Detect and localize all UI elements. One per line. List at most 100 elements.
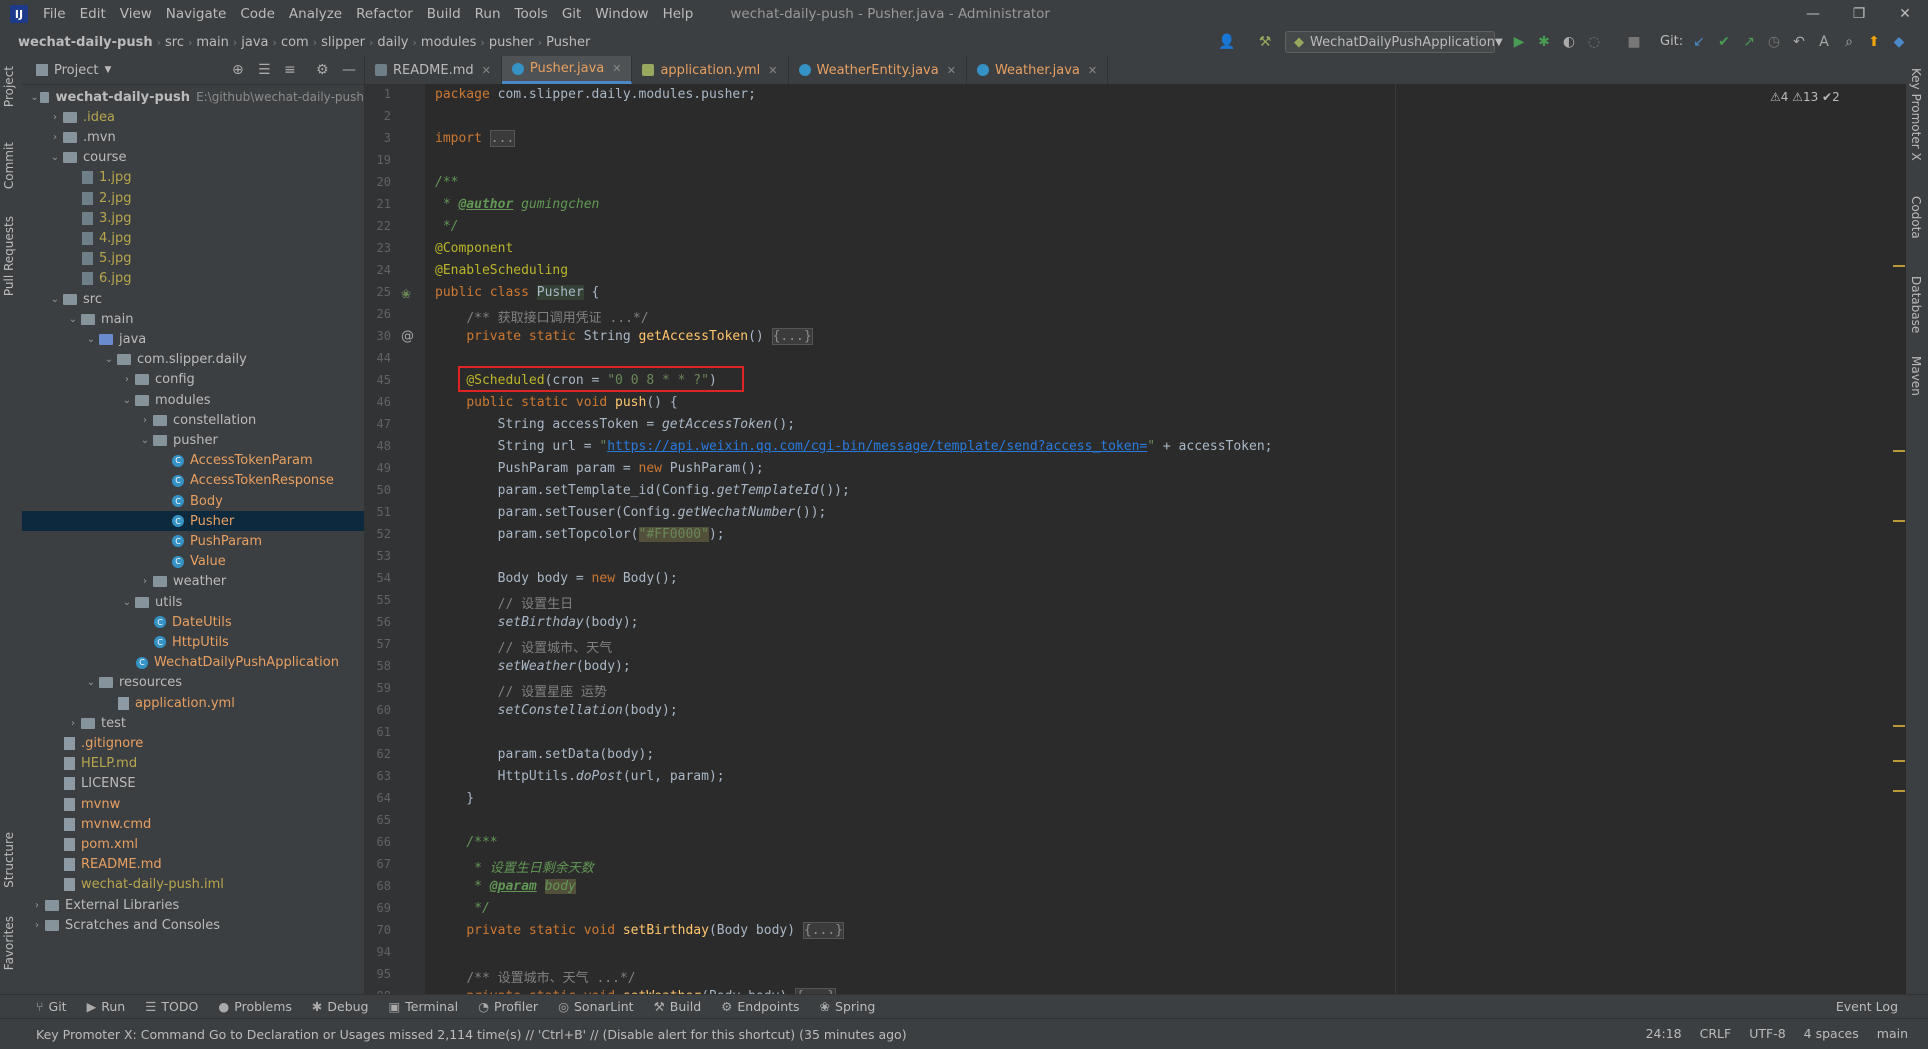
menu-tools[interactable]: Tools xyxy=(508,6,555,22)
tree-item[interactable]: ⌄ resources xyxy=(22,673,364,693)
code-line[interactable]: Body body = new Body(); xyxy=(435,571,678,586)
tree-item[interactable]: 3.jpg xyxy=(22,208,364,228)
code-line[interactable]: private static String getAccessToken() {… xyxy=(435,328,813,345)
tree-item[interactable]: mvnw.cmd xyxy=(22,814,364,834)
tool-tab-sonarlint[interactable]: ◎ SonarLint xyxy=(558,999,634,1014)
code-line[interactable]: PushParam param = new PushParam(); xyxy=(435,461,764,476)
tree-item[interactable]: ⌄ modules xyxy=(22,390,364,410)
code-line[interactable]: // 设置星座 运势 xyxy=(435,681,607,700)
event-log-button[interactable]: Event Log xyxy=(1836,999,1898,1014)
tree-item[interactable]: › .mvn xyxy=(22,127,364,147)
menu-navigate[interactable]: Navigate xyxy=(159,6,234,22)
expand-arrow-icon[interactable]: ⌄ xyxy=(66,314,80,325)
git-update-icon[interactable]: ↙ xyxy=(1690,33,1708,51)
breadcrumb-item[interactable]: daily xyxy=(373,35,412,50)
tree-item[interactable]: wechat-daily-push.iml xyxy=(22,875,364,895)
editor-tab[interactable]: Weather.java ✕ xyxy=(967,56,1109,84)
tool-tab-endpoints[interactable]: ⚙ Endpoints xyxy=(721,999,799,1014)
tool-tab-debug[interactable]: ✱ Debug xyxy=(312,999,369,1014)
expand-arrow-icon[interactable]: ⌄ xyxy=(30,92,39,103)
tree-item[interactable]: ⌄ pusher xyxy=(22,430,364,450)
tree-item[interactable]: 1.jpg xyxy=(22,168,364,188)
tree-item[interactable]: .gitignore xyxy=(22,733,364,753)
debug-icon[interactable]: ✱ xyxy=(1535,33,1553,51)
expand-arrow-icon[interactable]: ⌄ xyxy=(120,395,134,406)
tree-item[interactable]: ⌄ java xyxy=(22,329,364,349)
translate-icon[interactable]: A xyxy=(1815,33,1833,51)
caret-position[interactable]: 24:18 xyxy=(1646,1026,1682,1041)
close-icon[interactable]: ✕ xyxy=(482,64,491,77)
code-line[interactable]: */ xyxy=(435,901,490,916)
tool-tab-run[interactable]: ▶ Run xyxy=(87,999,126,1014)
minimize-icon[interactable]: — xyxy=(1790,0,1836,28)
breadcrumb-item[interactable]: pusher xyxy=(485,35,538,50)
plugin-icon[interactable]: ◆ xyxy=(1890,33,1908,51)
code-line[interactable]: /** xyxy=(435,175,458,190)
menu-refactor[interactable]: Refactor xyxy=(349,6,420,22)
code-line[interactable]: String url = "https://api.weixin.qq.com/… xyxy=(435,439,1273,454)
tab-maven[interactable]: Maven xyxy=(1909,356,1923,396)
breadcrumb-item[interactable]: modules xyxy=(417,35,481,50)
tree-item[interactable]: ⌄ com.slipper.daily xyxy=(22,350,364,370)
collapse-arrow-icon[interactable]: › xyxy=(138,576,152,587)
spring-bean-icon[interactable]: ❀ xyxy=(401,287,411,301)
menu-git[interactable]: Git xyxy=(555,6,589,22)
update-icon[interactable]: ⬆ xyxy=(1865,33,1883,51)
tree-item[interactable]: pom.xml xyxy=(22,834,364,854)
code-line[interactable]: import ... xyxy=(435,130,516,147)
tab-favorites[interactable]: Favorites xyxy=(2,916,16,970)
code-line[interactable]: * @param body xyxy=(435,879,576,894)
tab-codota[interactable]: Codota xyxy=(1909,196,1923,239)
breadcrumb-item[interactable]: wechat-daily-push xyxy=(0,35,157,50)
tree-item[interactable]: C PushParam xyxy=(22,531,364,551)
breadcrumb-item[interactable]: com xyxy=(277,35,313,50)
tree-item[interactable]: C DateUtils xyxy=(22,612,364,632)
user-icon[interactable]: 👤 xyxy=(1218,33,1236,51)
tab-key-promoter[interactable]: Key Promoter X xyxy=(1909,68,1923,161)
code-editor[interactable]: package com.slipper.daily.modules.pusher… xyxy=(425,84,1906,994)
inspection-widget[interactable]: ⚠4 ⚠13 ✔2 xyxy=(1770,90,1840,104)
collapse-arrow-icon[interactable]: › xyxy=(30,920,44,931)
expand-arrow-icon[interactable]: ⌄ xyxy=(138,435,152,446)
code-line[interactable]: */ xyxy=(435,219,459,234)
line-separator[interactable]: CRLF xyxy=(1700,1026,1732,1041)
code-line[interactable]: String accessToken = getAccessToken(); xyxy=(435,417,795,432)
tree-item[interactable]: › Scratches and Consoles xyxy=(22,915,364,935)
expand-arrow-icon[interactable]: ⌄ xyxy=(48,294,62,305)
tree-item[interactable]: README.md xyxy=(22,855,364,875)
code-line[interactable]: HttpUtils.doPost(url, param); xyxy=(435,769,725,784)
editor-tab[interactable]: Pusher.java ✕ xyxy=(501,56,633,84)
tab-pull-requests[interactable]: Pull Requests xyxy=(2,216,16,296)
code-line[interactable]: param.setTopcolor("#FF0000"); xyxy=(435,527,725,542)
code-line[interactable]: @Component xyxy=(435,241,513,256)
locate-icon[interactable]: ⊕ xyxy=(232,62,244,78)
build-hammer-icon[interactable]: ⚒ xyxy=(1256,33,1274,51)
code-line[interactable]: * @author gumingchen xyxy=(435,197,600,212)
code-line[interactable]: setConstellation(body); xyxy=(435,703,678,718)
tree-item[interactable]: C AccessTokenResponse xyxy=(22,471,364,491)
code-line[interactable]: param.setTouser(Config.getWechatNumber()… xyxy=(435,505,827,520)
tool-tab-todo[interactable]: ☰ TODO xyxy=(145,999,198,1014)
menu-build[interactable]: Build xyxy=(420,6,468,22)
close-icon[interactable]: ✕ xyxy=(947,64,956,77)
tree-item[interactable]: › .idea xyxy=(22,107,364,127)
tool-tab-git[interactable]: ⑂ Git xyxy=(36,999,67,1014)
tree-item[interactable]: › weather xyxy=(22,572,364,592)
stop-icon[interactable]: ■ xyxy=(1625,33,1643,51)
tool-tab-build[interactable]: ⚒ Build xyxy=(654,999,702,1014)
restore-icon[interactable]: ❐ xyxy=(1836,0,1882,28)
tree-item[interactable]: HELP.md xyxy=(22,754,364,774)
breadcrumb-item[interactable]: slipper xyxy=(317,35,369,50)
tree-item[interactable]: ⌄ main xyxy=(22,309,364,329)
hide-icon[interactable]: — xyxy=(342,62,356,78)
code-line[interactable]: // 设置生日 xyxy=(435,593,573,612)
tree-item[interactable]: C Body xyxy=(22,491,364,511)
collapse-arrow-icon[interactable]: › xyxy=(48,132,62,143)
code-line[interactable]: public static void push() { xyxy=(435,395,677,410)
tree-item[interactable]: C HttpUtils xyxy=(22,632,364,652)
search-icon[interactable]: ⌕ xyxy=(1840,33,1858,51)
tab-database[interactable]: Database xyxy=(1909,276,1923,333)
tree-item[interactable]: C Pusher xyxy=(22,511,364,532)
code-line[interactable]: setWeather(body); xyxy=(435,659,631,674)
tree-item[interactable]: C WechatDailyPushApplication xyxy=(22,653,364,673)
